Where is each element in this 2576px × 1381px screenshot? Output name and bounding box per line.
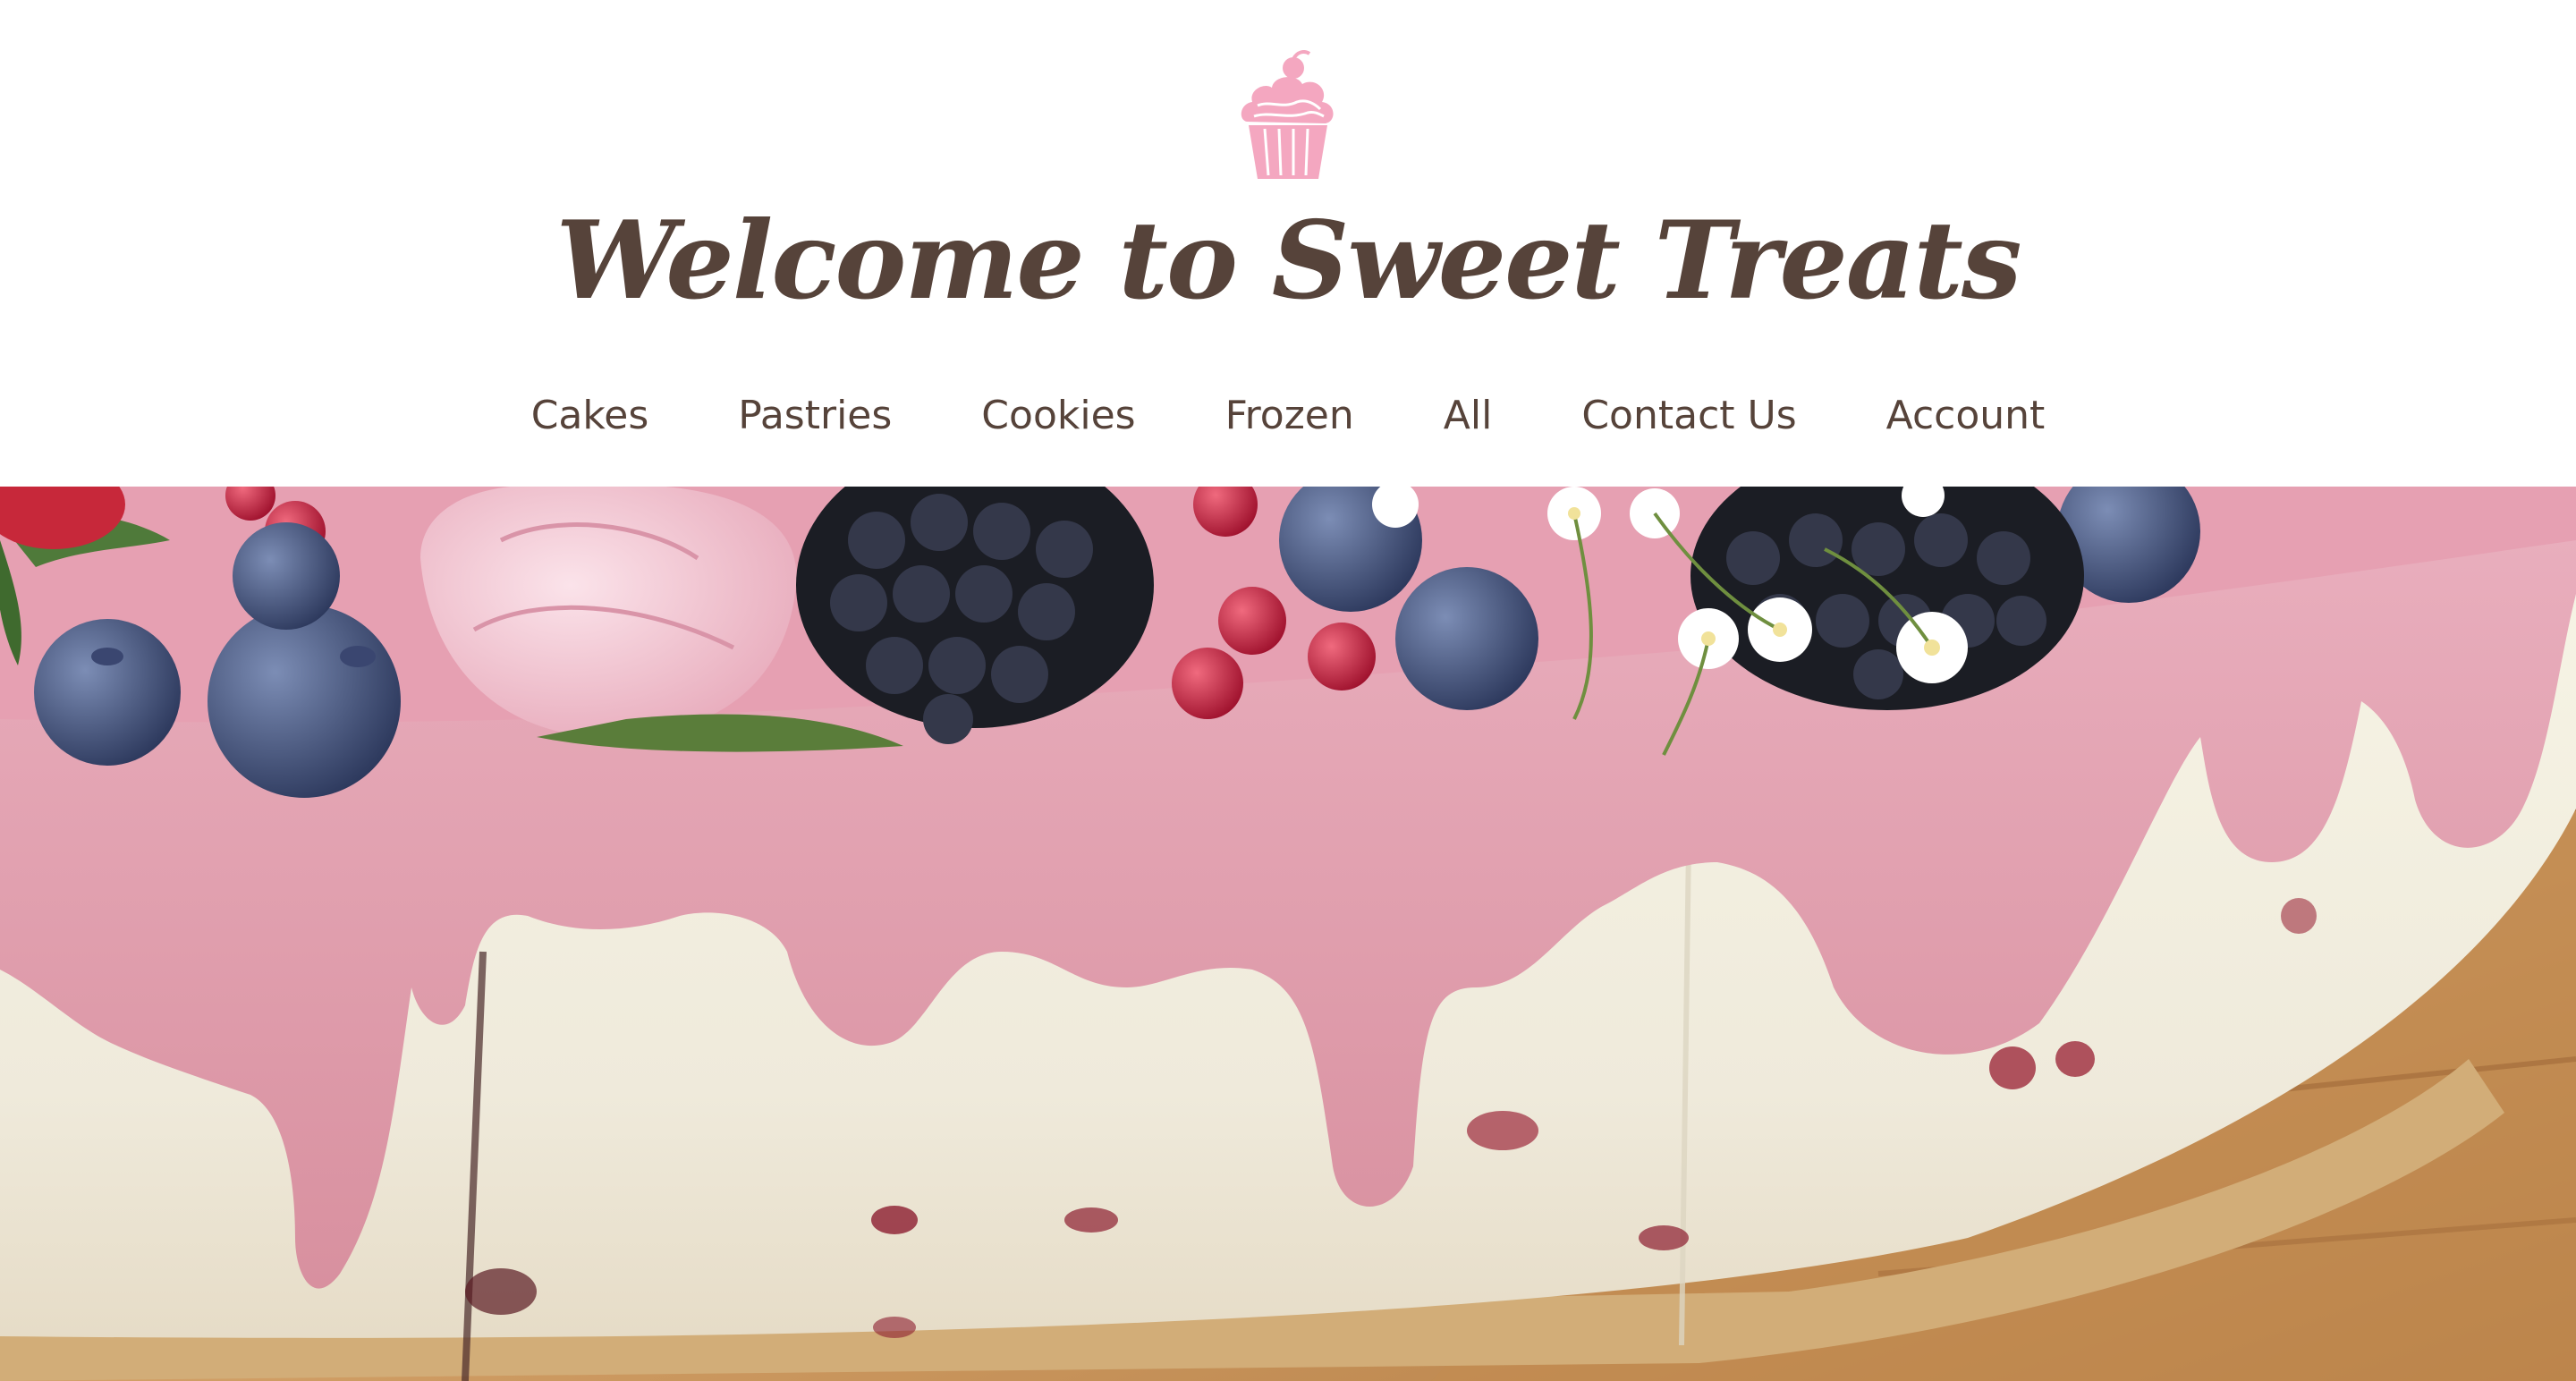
nav-item-pastries[interactable]: Pastries <box>693 385 936 447</box>
nav-item-all[interactable]: All <box>1399 385 1538 447</box>
nav-item-contact-us[interactable]: Contact Us <box>1537 385 1841 447</box>
nav-item-account[interactable]: Account <box>1842 385 2090 447</box>
cupcake-icon[interactable] <box>1234 50 1342 184</box>
site-header: Welcome to Sweet Treats Cakes Pastries C… <box>0 0 2576 487</box>
main-nav: Cakes Pastries Cookies Frozen All Contac… <box>0 385 2576 447</box>
nav-item-cookies[interactable]: Cookies <box>936 385 1180 447</box>
nav-item-cakes[interactable]: Cakes <box>487 385 694 447</box>
cake-photo <box>0 487 2576 1381</box>
page-title: Welcome to Sweet Treats <box>555 198 2021 324</box>
hero-image <box>0 487 2576 1381</box>
nav-item-frozen[interactable]: Frozen <box>1181 385 1399 447</box>
